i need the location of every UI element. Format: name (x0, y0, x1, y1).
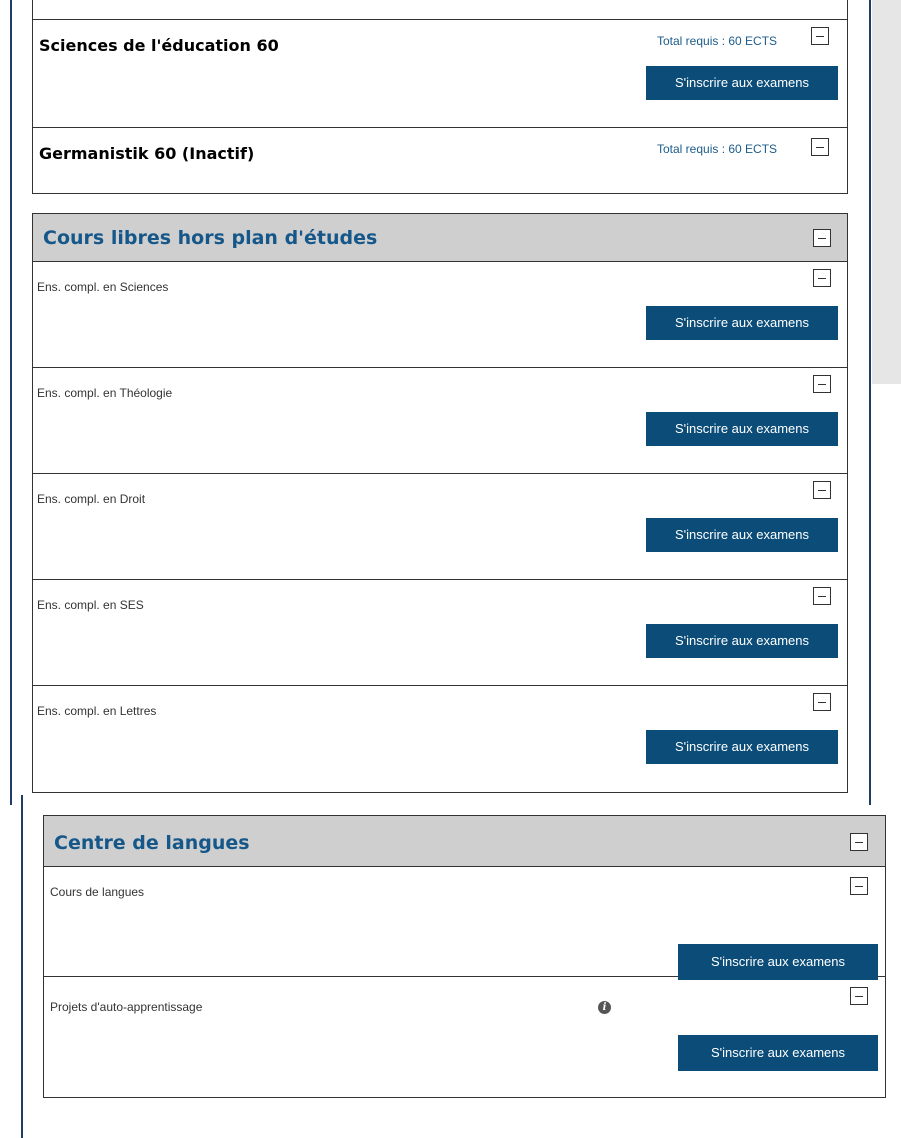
register-exams-button[interactable]: S'inscrire aux examens (646, 412, 838, 446)
collapse-toggle[interactable] (850, 833, 868, 851)
course-row: Ens. compl. en Sciences S'inscrire aux e… (33, 262, 847, 368)
collapse-toggle[interactable] (813, 375, 831, 393)
register-exams-button[interactable]: S'inscrire aux examens (646, 730, 838, 764)
page-left-border-lower (21, 795, 23, 1138)
course-row: Ens. compl. en Théologie S'inscrire aux … (33, 368, 847, 474)
course-label: Ens. compl. en Lettres (37, 704, 157, 718)
collapse-toggle[interactable] (850, 987, 868, 1005)
course-label: Cours de langues (50, 885, 145, 899)
course-label: Ens. compl. en Théologie (37, 386, 173, 400)
course-label: Ens. compl. en Sciences (37, 280, 169, 294)
info-icon[interactable]: i (598, 1001, 611, 1014)
page-right-border (869, 0, 871, 805)
register-exams-button[interactable]: S'inscrire aux examens (646, 306, 838, 340)
course-row: Projets d'auto-apprentissage i S'inscrir… (44, 977, 885, 1098)
course-row: Cours de langues S'inscrire aux examens (44, 867, 885, 980)
ects-required: Total requis : 60 ECTS (657, 142, 778, 156)
section-title: Cours libres hors plan d'études (43, 227, 378, 249)
course-label: Ens. compl. en Droit (37, 492, 146, 506)
program-row: Sciences de l'éducation 60 Total requis … (33, 20, 847, 128)
course-label: Ens. compl. en SES (37, 598, 144, 612)
section-title: Centre de langues (54, 832, 250, 854)
course-row: Ens. compl. en Lettres S'inscrire aux ex… (33, 686, 847, 792)
register-exams-button[interactable]: S'inscrire aux examens (646, 518, 838, 552)
register-exams-button[interactable]: S'inscrire aux examens (678, 1035, 878, 1071)
collapse-toggle[interactable] (813, 693, 831, 711)
course-label: Projets d'auto-apprentissage (50, 1000, 203, 1014)
course-row: Ens. compl. en SES S'inscrire aux examen… (33, 580, 847, 686)
register-exams-button[interactable]: S'inscrire aux examens (646, 66, 838, 100)
sidebar-panel (872, 0, 901, 384)
collapse-toggle[interactable] (813, 587, 831, 605)
free-courses-section: Cours libres hors plan d'études Ens. com… (32, 213, 848, 793)
programs-box: Sciences de l'éducation 60 Total requis … (32, 0, 848, 194)
program-row: Germanistik 60 (Inactif) Total requis : … (33, 128, 847, 194)
program-row (33, 0, 847, 20)
register-exams-button[interactable]: S'inscrire aux examens (646, 624, 838, 658)
page-left-border (10, 0, 12, 805)
collapse-toggle[interactable] (813, 269, 831, 287)
register-exams-button[interactable]: S'inscrire aux examens (678, 944, 878, 980)
collapse-toggle[interactable] (811, 138, 829, 156)
section-header: Cours libres hors plan d'études (33, 214, 847, 262)
language-center-section: Centre de langues Cours de langues S'ins… (43, 815, 886, 1098)
program-title: Sciences de l'éducation 60 (39, 36, 279, 55)
collapse-toggle[interactable] (813, 229, 831, 247)
course-row: Ens. compl. en Droit S'inscrire aux exam… (33, 474, 847, 580)
collapse-toggle[interactable] (850, 877, 868, 895)
ects-required: Total requis : 60 ECTS (657, 34, 778, 48)
collapse-toggle[interactable] (811, 27, 829, 45)
collapse-toggle[interactable] (813, 481, 831, 499)
program-title: Germanistik 60 (Inactif) (39, 144, 255, 163)
section-header: Centre de langues (44, 816, 885, 867)
